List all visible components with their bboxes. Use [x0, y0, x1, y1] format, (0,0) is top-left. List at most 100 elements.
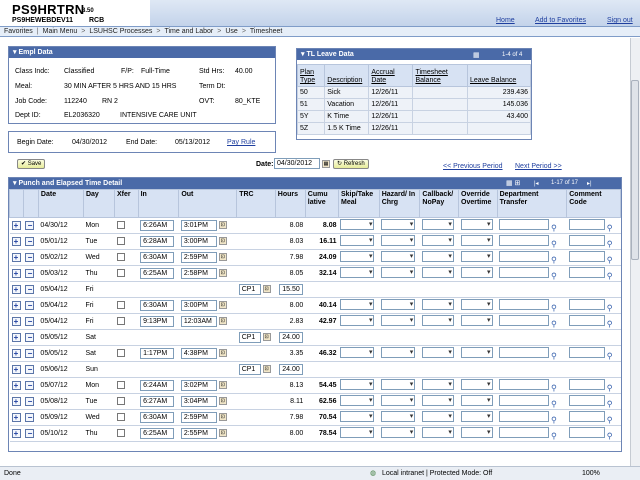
- hazard-select[interactable]: [381, 251, 416, 262]
- hazard-select[interactable]: [381, 219, 416, 230]
- in-time-input[interactable]: 6:30AM: [140, 300, 175, 311]
- delete-row-button[interactable]: −: [25, 253, 35, 262]
- department-transfer-input[interactable]: [499, 394, 550, 406]
- out-time-input[interactable]: 3:00PM: [180, 300, 217, 311]
- comment-code-input[interactable]: [568, 250, 605, 262]
- override-overtime-select[interactable]: [460, 267, 493, 278]
- in-time-input[interactable]: 6:28AM: [140, 236, 175, 247]
- out-time-input[interactable]: 2:59PM: [180, 252, 217, 263]
- menu-timesheet[interactable]: Timesheet: [250, 28, 282, 35]
- department-transfer-input[interactable]: [499, 218, 550, 230]
- comment-code-input[interactable]: [568, 218, 605, 230]
- override-overtime-select[interactable]: [460, 299, 493, 310]
- out-time-input[interactable]: 2:59PM: [180, 412, 217, 423]
- department-transfer-input[interactable]: [499, 266, 550, 278]
- calendar-icon[interactable]: ▦: [322, 160, 330, 168]
- skip-take-meal-select[interactable]: [340, 251, 375, 262]
- skip-take-meal-select[interactable]: [340, 411, 375, 422]
- comment-code-input[interactable]: [568, 266, 605, 278]
- trc-lookup-icon[interactable]: ⊡: [262, 365, 271, 374]
- hours-input[interactable]: 24.00: [279, 332, 304, 343]
- hours-input[interactable]: 15.50: [279, 284, 304, 295]
- time-detail-icon[interactable]: ⊡: [218, 413, 227, 422]
- department-transfer-input[interactable]: [499, 314, 550, 326]
- search-icon[interactable]: ⚲: [551, 255, 557, 264]
- delete-row-button[interactable]: −: [25, 429, 35, 438]
- time-detail-icon[interactable]: ⊡: [218, 349, 227, 358]
- callback-select[interactable]: [421, 427, 454, 438]
- department-transfer-input[interactable]: [499, 250, 550, 262]
- zoom-level[interactable]: 100%: [582, 470, 600, 477]
- add-row-button[interactable]: +: [11, 413, 21, 422]
- search-icon[interactable]: ⚲: [551, 303, 557, 312]
- delete-row-button[interactable]: −: [25, 397, 35, 406]
- search-icon[interactable]: ⚲: [607, 415, 613, 424]
- hazard-select[interactable]: [381, 427, 416, 438]
- add-row-button[interactable]: +: [11, 365, 21, 374]
- next-period-link[interactable]: Next Period >>: [515, 163, 562, 170]
- save-button[interactable]: ✔ Save: [17, 159, 46, 169]
- search-icon[interactable]: ⚲: [551, 351, 557, 360]
- time-detail-icon[interactable]: ⊡: [218, 301, 227, 310]
- callback-select[interactable]: [421, 315, 454, 326]
- trc-input[interactable]: CP1: [238, 364, 261, 375]
- last-icon[interactable]: ▸|: [587, 180, 592, 187]
- skip-take-meal-select[interactable]: [340, 267, 375, 278]
- add-row-button[interactable]: +: [11, 269, 21, 278]
- col-timesheet-balance[interactable]: Timesheet Balance: [412, 64, 468, 87]
- skip-take-meal-select[interactable]: [340, 315, 375, 326]
- menu-use[interactable]: Use: [225, 28, 237, 35]
- skip-take-meal-select[interactable]: [340, 299, 375, 310]
- skip-take-meal-select[interactable]: [340, 395, 375, 406]
- add-row-button[interactable]: +: [11, 317, 21, 326]
- department-transfer-input[interactable]: [499, 346, 550, 358]
- override-overtime-select[interactable]: [460, 347, 493, 358]
- scrollbar-thumb[interactable]: [631, 80, 639, 260]
- col-description[interactable]: Description: [324, 64, 370, 87]
- override-overtime-select[interactable]: [460, 315, 493, 326]
- xfer-checkbox[interactable]: [116, 236, 125, 245]
- delete-row-button[interactable]: −: [25, 301, 35, 310]
- override-overtime-select[interactable]: [460, 427, 493, 438]
- search-icon[interactable]: ⚲: [551, 431, 557, 440]
- trc-lookup-icon[interactable]: ⊡: [262, 333, 271, 342]
- skip-take-meal-select[interactable]: [340, 219, 375, 230]
- search-icon[interactable]: ⚲: [607, 303, 613, 312]
- time-detail-icon[interactable]: ⊡: [218, 221, 227, 230]
- department-transfer-input[interactable]: [499, 378, 550, 390]
- callback-select[interactable]: [421, 251, 454, 262]
- callback-select[interactable]: [421, 411, 454, 422]
- time-detail-icon[interactable]: ⊡: [218, 397, 227, 406]
- override-overtime-select[interactable]: [460, 379, 493, 390]
- search-icon[interactable]: ⚲: [607, 319, 613, 328]
- comment-code-input[interactable]: [568, 234, 605, 246]
- date-input[interactable]: 04/30/2012: [274, 158, 320, 169]
- search-icon[interactable]: ⚲: [607, 223, 613, 232]
- out-time-input[interactable]: 4:38PM: [180, 348, 217, 359]
- first-icon[interactable]: |◂: [534, 180, 539, 187]
- hazard-select[interactable]: [381, 347, 416, 358]
- search-icon[interactable]: ⚲: [551, 223, 557, 232]
- search-icon[interactable]: ⚲: [607, 431, 613, 440]
- time-detail-icon[interactable]: ⊡: [218, 429, 227, 438]
- comment-code-input[interactable]: [568, 378, 605, 390]
- in-time-input[interactable]: 6:27AM: [140, 396, 175, 407]
- search-icon[interactable]: ⚲: [551, 399, 557, 408]
- menu-main-menu[interactable]: Main Menu: [43, 28, 78, 35]
- delete-row-button[interactable]: −: [25, 333, 35, 342]
- refresh-button[interactable]: ↻ Refresh: [333, 159, 369, 169]
- hours-input[interactable]: 24.00: [279, 364, 304, 375]
- comment-code-input[interactable]: [568, 298, 605, 310]
- time-detail-icon[interactable]: ⊡: [218, 237, 227, 246]
- xfer-checkbox[interactable]: [116, 268, 125, 277]
- department-transfer-input[interactable]: [499, 426, 550, 438]
- in-time-input[interactable]: 6:25AM: [140, 428, 175, 439]
- delete-row-button[interactable]: −: [25, 317, 35, 326]
- menu-lsuhsc-processes[interactable]: LSUHSC Processes: [89, 28, 152, 35]
- search-icon[interactable]: ⚲: [607, 351, 613, 360]
- add-row-button[interactable]: +: [11, 381, 21, 390]
- add-row-button[interactable]: +: [11, 333, 21, 342]
- in-time-input[interactable]: 6:25AM: [140, 268, 175, 279]
- xfer-checkbox[interactable]: [116, 316, 125, 325]
- search-icon[interactable]: ⚲: [607, 239, 613, 248]
